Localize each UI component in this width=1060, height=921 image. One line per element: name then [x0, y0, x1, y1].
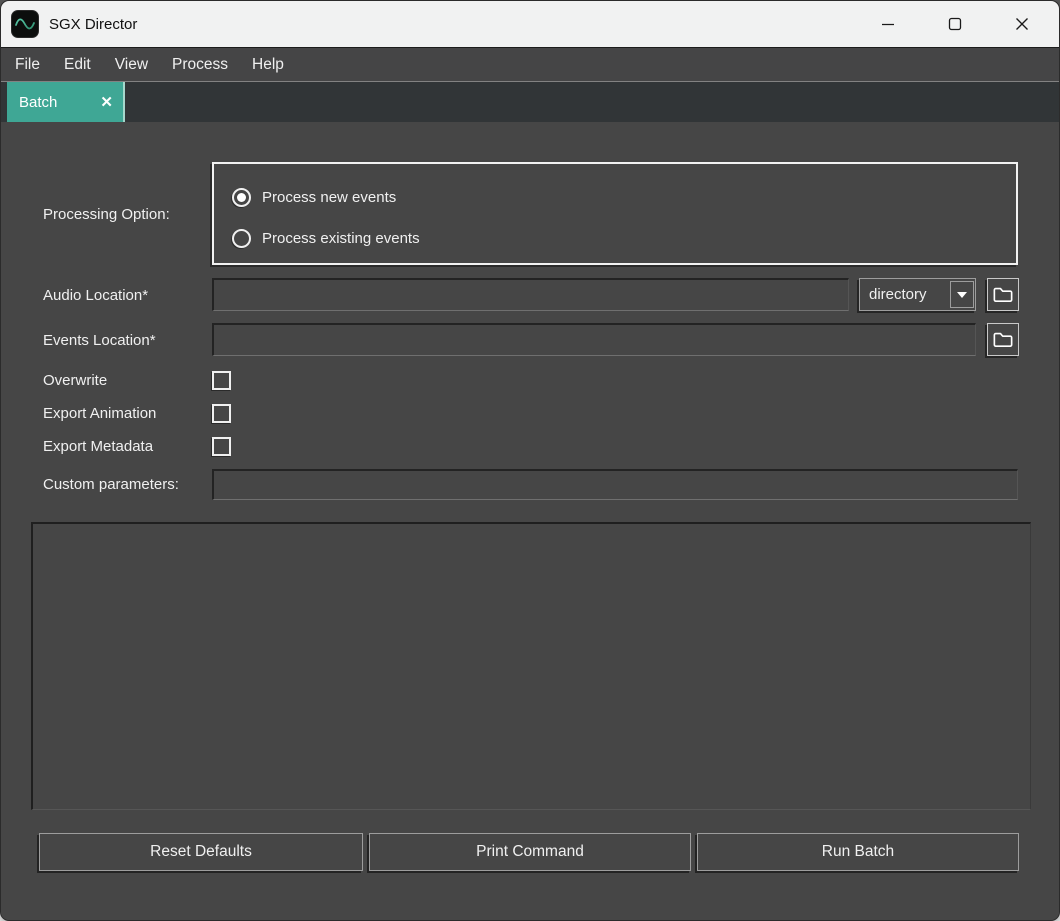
app-logo-sine-wave-icon	[11, 10, 39, 38]
minimize-icon	[881, 17, 895, 31]
overwrite-label: Overwrite	[43, 371, 107, 391]
menubar: File Edit View Process Help	[1, 47, 1059, 82]
radio-process-new-events[interactable]: Process new events	[232, 185, 396, 209]
export-animation-checkbox[interactable]	[212, 404, 231, 423]
close-icon	[1015, 17, 1029, 31]
events-location-browse-button[interactable]	[987, 323, 1019, 356]
tab-batch[interactable]: Batch ✕	[7, 82, 125, 122]
custom-parameters-input[interactable]	[212, 469, 1018, 500]
radio-icon[interactable]	[232, 229, 251, 248]
chevron-down-icon	[957, 292, 967, 303]
menu-edit[interactable]: Edit	[52, 48, 103, 82]
radio-process-existing-events-label: Process existing events	[262, 230, 420, 247]
radio-process-existing-events[interactable]: Process existing events	[232, 226, 420, 250]
radio-icon[interactable]	[232, 188, 251, 207]
minimize-button[interactable]	[854, 4, 921, 44]
folder-icon	[993, 286, 1013, 303]
tab-close-icon[interactable]: ✕	[100, 95, 113, 110]
custom-parameters-label: Custom parameters:	[43, 475, 179, 495]
export-metadata-checkbox[interactable]	[212, 437, 231, 456]
maximize-icon	[948, 17, 962, 31]
tab-batch-label: Batch	[19, 94, 57, 111]
menu-help[interactable]: Help	[240, 48, 296, 82]
run-batch-button[interactable]: Run Batch	[697, 833, 1019, 871]
window-controls	[854, 1, 1055, 47]
batch-log-output[interactable]	[31, 522, 1031, 810]
events-location-input[interactable]	[212, 323, 976, 356]
app-window: SGX Director File Edit View	[0, 0, 1060, 921]
overwrite-checkbox[interactable]	[212, 371, 231, 390]
window-title: SGX Director	[49, 16, 137, 33]
audio-location-label: Audio Location*	[43, 286, 148, 306]
folder-icon	[993, 331, 1013, 348]
processing-option-label: Processing Option:	[43, 205, 170, 225]
export-animation-label: Export Animation	[43, 404, 156, 424]
audio-location-browse-button[interactable]	[987, 278, 1019, 311]
close-button[interactable]	[988, 4, 1055, 44]
print-command-button[interactable]: Print Command	[369, 833, 691, 871]
export-metadata-label: Export Metadata	[43, 437, 153, 457]
audio-location-input[interactable]	[212, 278, 849, 311]
titlebar: SGX Director	[1, 1, 1059, 47]
tabbar: Batch ✕	[1, 82, 1059, 122]
menu-file[interactable]: File	[3, 48, 52, 82]
processing-option-group: Process new events Process existing even…	[212, 162, 1018, 265]
radio-process-new-events-label: Process new events	[262, 189, 396, 206]
maximize-button[interactable]	[921, 4, 988, 44]
dropdown-selected-value: directory	[869, 286, 950, 303]
batch-panel: Processing Option: Process new events Pr…	[1, 122, 1059, 920]
events-location-label: Events Location*	[43, 331, 156, 351]
menu-view[interactable]: View	[103, 48, 160, 82]
dropdown-arrow-button[interactable]	[950, 281, 974, 308]
reset-defaults-button[interactable]: Reset Defaults	[39, 833, 363, 871]
audio-location-mode-dropdown[interactable]: directory	[859, 278, 976, 311]
menu-process[interactable]: Process	[160, 48, 240, 82]
